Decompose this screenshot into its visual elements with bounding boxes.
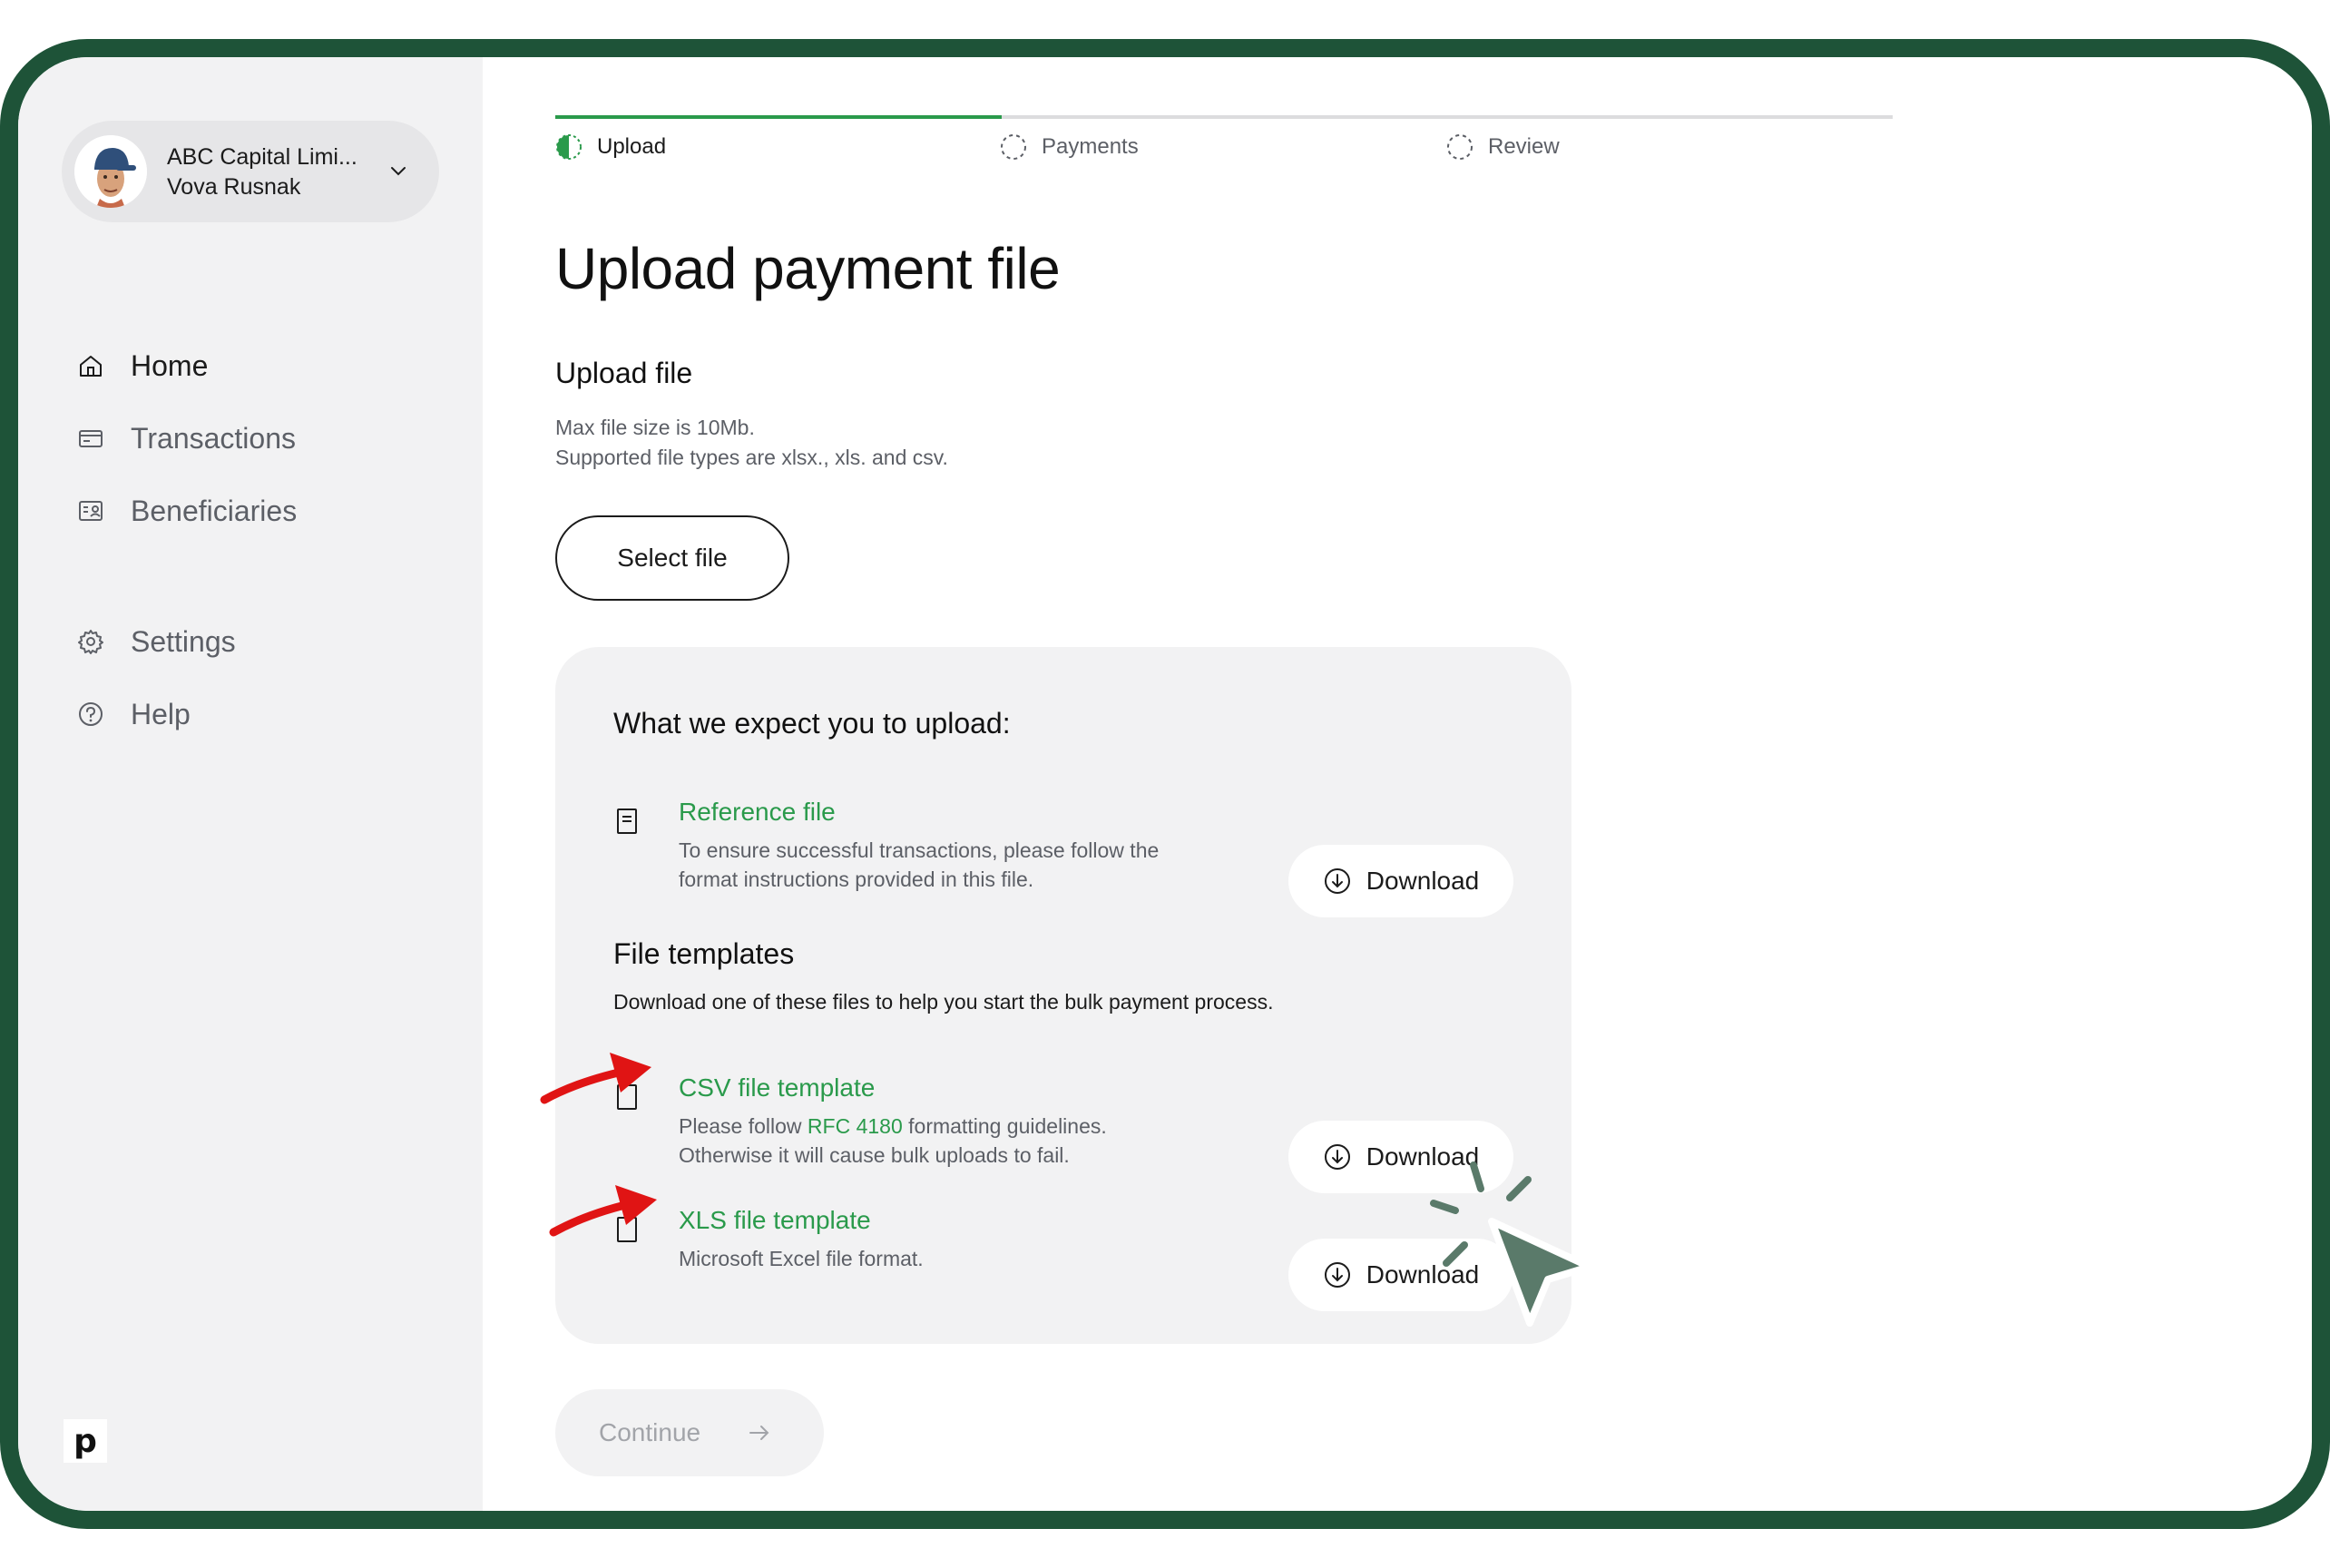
sidebar-item-transactions[interactable]: Transactions <box>74 413 419 464</box>
sidebar: ABC Capital Limi... Vova Rusnak Home Tra… <box>18 57 483 1511</box>
step-payments: Payments <box>1000 133 1139 161</box>
sidebar-item-settings[interactable]: Settings <box>74 616 419 667</box>
document-icon <box>617 808 637 834</box>
page-title: Upload payment file <box>555 236 1061 301</box>
sidebar-item-home[interactable]: Home <box>74 340 419 391</box>
download-csv-button[interactable]: Download <box>1288 1121 1513 1193</box>
desc-line: Please follow RFC 4180 formatting guidel… <box>679 1112 1259 1141</box>
select-file-button[interactable]: Select file <box>555 515 789 601</box>
sidebar-item-beneficiaries[interactable]: Beneficiaries <box>74 485 419 536</box>
expectations-panel: What we expect you to upload: Reference … <box>555 647 1571 1344</box>
button-label: Continue <box>599 1418 701 1446</box>
sidebar-item-label: Home <box>131 348 209 382</box>
account-switcher[interactable]: ABC Capital Limi... Vova Rusnak <box>62 121 439 222</box>
step-label: Review <box>1488 134 1560 159</box>
card-icon <box>74 422 107 455</box>
document-icon <box>617 1217 637 1242</box>
contacts-icon <box>74 495 107 527</box>
sidebar-item-label: Transactions <box>131 421 296 455</box>
sidebar-item-label: Beneficiaries <box>131 494 298 527</box>
section-title: Upload file <box>555 357 693 389</box>
download-reference-button[interactable]: Download <box>1288 845 1513 917</box>
sidebar-item-help[interactable]: Help <box>74 689 419 740</box>
stepper-progress-fill <box>555 115 1002 119</box>
templates-title: File templates <box>613 937 795 970</box>
download-icon <box>1324 868 1350 894</box>
sidebar-item-label: Settings <box>131 624 236 658</box>
desc-line: To ensure successful transactions, pleas… <box>679 838 1160 862</box>
avatar <box>74 135 147 208</box>
home-icon <box>74 349 107 382</box>
templates-subtitle: Download one of these files to help you … <box>613 990 1274 1014</box>
button-label: Download <box>1366 867 1480 895</box>
main-content: Upload Payments Review Upload payment fi… <box>483 57 2312 1511</box>
desc-line: Otherwise it will cause bulk uploads to … <box>679 1143 1070 1167</box>
account-user: Vova Rusnak <box>167 174 301 200</box>
rfc-4180-link[interactable]: RFC 4180 <box>808 1114 903 1138</box>
hint-types: Supported file types are xlsx., xls. and… <box>555 446 948 469</box>
help-icon <box>74 698 107 730</box>
step-upload: Upload <box>555 133 666 161</box>
step-half-circle-icon <box>556 134 582 160</box>
reference-file-desc: To ensure successful transactions, pleas… <box>679 836 1259 894</box>
hint-size: Max file size is 10Mb. <box>555 416 755 439</box>
csv-template-desc: Please follow RFC 4180 formatting guidel… <box>679 1112 1259 1170</box>
reference-file-link[interactable]: Reference file <box>679 798 836 827</box>
xls-template-link[interactable]: XLS file template <box>679 1206 871 1235</box>
button-label: Download <box>1366 1260 1480 1289</box>
step-review: Review <box>1446 133 1560 161</box>
upload-hint: Max file size is 10Mb. Supported file ty… <box>555 413 948 473</box>
gear-icon <box>74 625 107 658</box>
stepper-progress <box>555 115 1893 119</box>
desc-text: formatting guidelines. <box>902 1114 1107 1138</box>
panel-heading: What we expect you to upload: <box>613 707 1011 740</box>
step-dashed-circle-icon <box>1447 134 1473 160</box>
step-dashed-circle-icon <box>1001 134 1026 160</box>
download-icon <box>1324 1262 1350 1288</box>
desc-line: Microsoft Excel file format. <box>679 1247 924 1270</box>
chevron-down-icon <box>391 167 406 176</box>
continue-button[interactable]: Continue <box>555 1389 824 1476</box>
download-icon <box>1324 1144 1350 1170</box>
download-xls-button[interactable]: Download <box>1288 1239 1513 1311</box>
step-label: Payments <box>1042 134 1139 159</box>
step-label: Upload <box>597 134 667 159</box>
xls-template-desc: Microsoft Excel file format. <box>679 1244 1259 1273</box>
desc-line: format instructions provided in this fil… <box>679 867 1034 891</box>
app-window: ABC Capital Limi... Vova Rusnak Home Tra… <box>0 39 2330 1529</box>
arrow-right-icon <box>749 1426 769 1440</box>
button-label: Download <box>1366 1142 1480 1171</box>
brand-logo: p <box>64 1419 107 1463</box>
account-company: ABC Capital Limi... <box>167 144 357 170</box>
csv-template-link[interactable]: CSV file template <box>679 1073 875 1102</box>
sidebar-item-label: Help <box>131 697 191 730</box>
document-icon <box>617 1084 637 1110</box>
desc-text: Please follow <box>679 1114 808 1138</box>
